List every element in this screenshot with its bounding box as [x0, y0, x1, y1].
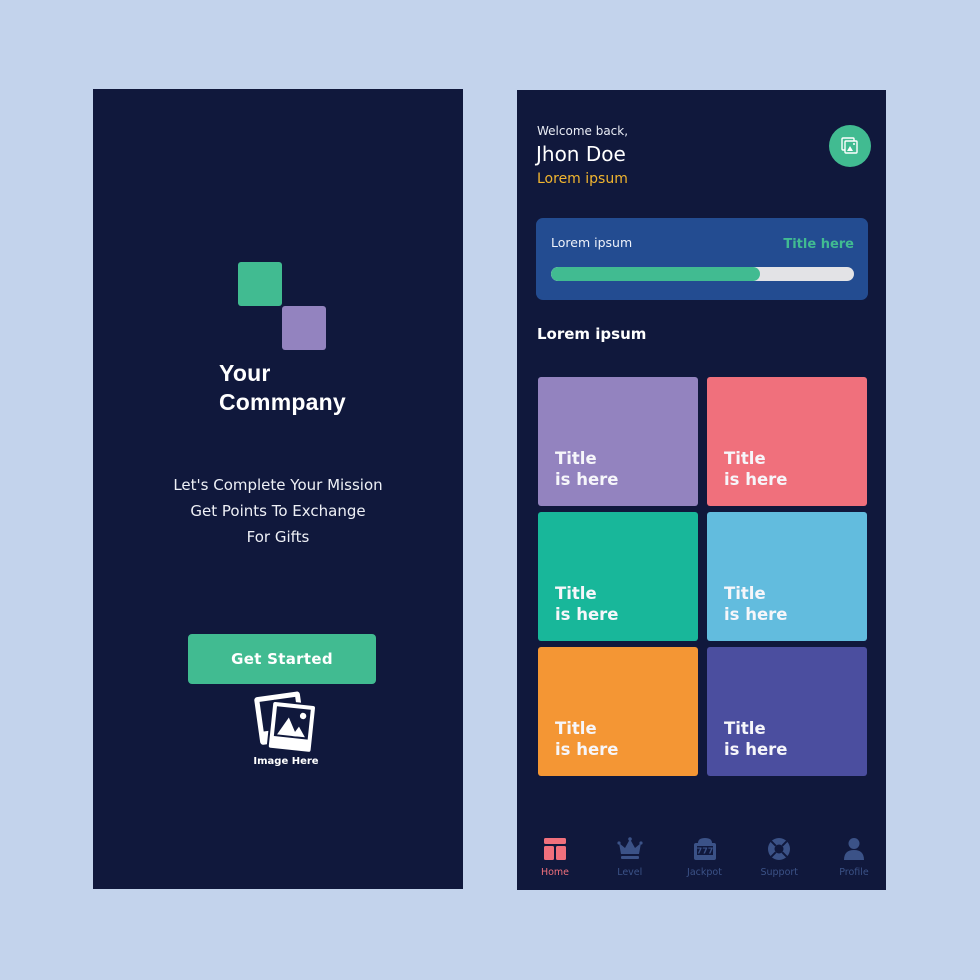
company-name-line2: Commpany: [219, 389, 346, 415]
tile-card[interactable]: Title is here: [538, 647, 698, 776]
tile-title-line1: Title: [555, 584, 597, 603]
nav-item-jackpot[interactable]: 777 Jackpot: [683, 830, 727, 890]
tile-card[interactable]: Title is here: [538, 377, 698, 506]
logo-green-square: [238, 262, 282, 306]
image-placeholder-icon: [841, 137, 858, 154]
tile-title-line2: is here: [724, 740, 788, 759]
tagline-line: Let's Complete Your Mission: [173, 476, 383, 494]
nav-label: Support: [760, 867, 799, 878]
image-placeholder-icon: [254, 691, 318, 754]
tile-card[interactable]: Title is here: [707, 647, 867, 776]
progress-bar-fill: [551, 267, 761, 281]
tile-title-line1: Title: [555, 449, 597, 468]
company-name-line1: Your: [219, 360, 271, 386]
progress-title-link[interactable]: Title here: [783, 237, 854, 252]
tile-title-line2: is here: [555, 740, 619, 759]
nav-item-home[interactable]: Home: [533, 830, 577, 890]
tile-title: Title is here: [724, 448, 788, 490]
user-icon: [844, 838, 864, 860]
tagline-line: For Gifts: [246, 528, 310, 546]
tile-title-line2: is here: [555, 470, 619, 489]
user-subtitle: Lorem ipsum: [537, 171, 628, 187]
tagline-line: Get Points To Exchange: [190, 502, 366, 520]
get-started-button[interactable]: Get Started: [188, 634, 376, 684]
tile-title: Title is here: [555, 718, 619, 760]
nav-label: Home: [540, 867, 570, 878]
section-title: Lorem ipsum: [537, 325, 647, 343]
tile-title-line2: is here: [724, 470, 788, 489]
nav-label: Level: [617, 867, 643, 878]
tile-card[interactable]: Title is here: [538, 512, 698, 641]
home-screen: Welcome back, Jhon Doe Lorem ipsum Lorem…: [517, 90, 886, 890]
tile-title-line1: Title: [724, 584, 766, 603]
bottom-nav: Home Level 777 Jackpot Support Profile: [517, 830, 886, 890]
logo-purple-square: [282, 306, 326, 350]
nav-label: Jackpot: [687, 867, 722, 878]
tile-title-line1: Title: [555, 719, 597, 738]
nav-item-profile[interactable]: Profile: [832, 830, 876, 890]
progress-label: Lorem ipsum: [551, 235, 633, 250]
tile-title-line1: Title: [724, 449, 766, 468]
image-placeholder-caption: Image Here: [253, 756, 319, 767]
svg-text:777: 777: [696, 847, 713, 856]
avatar[interactable]: [829, 125, 871, 167]
tile-title-line2: is here: [724, 605, 788, 624]
nav-item-support[interactable]: Support: [757, 830, 801, 890]
nav-item-level[interactable]: Level: [608, 830, 652, 890]
tile-title: Title is here: [555, 448, 619, 490]
progress-card[interactable]: Lorem ipsum Title here: [536, 218, 868, 300]
crown-icon: [617, 837, 643, 859]
home-layout-icon: [544, 838, 566, 860]
splash-screen: Your Commpany Let's Complete Your Missio…: [93, 89, 463, 889]
tile-card[interactable]: Title is here: [707, 377, 867, 506]
tile-card[interactable]: Title is here: [707, 512, 867, 641]
user-name: Jhon Doe: [536, 142, 626, 166]
progress-bar: [551, 267, 854, 281]
company-name: Your Commpany: [219, 359, 346, 417]
tagline: Let's Complete Your Mission Get Points T…: [93, 472, 463, 550]
lifebuoy-icon: [768, 838, 791, 860]
tile-title: Title is here: [724, 718, 788, 760]
slot-machine-icon: 777: [693, 838, 716, 860]
greeting: Welcome back,: [537, 124, 629, 138]
tile-title-line1: Title: [724, 719, 766, 738]
tile-title-line2: is here: [555, 605, 619, 624]
image-placeholder: Image Here: [248, 686, 324, 772]
nav-label: Profile: [839, 867, 869, 878]
tile-grid: Title is here Title is here Title is here T…: [538, 377, 867, 776]
tile-title: Title is here: [724, 583, 788, 625]
tile-title: Title is here: [555, 583, 619, 625]
